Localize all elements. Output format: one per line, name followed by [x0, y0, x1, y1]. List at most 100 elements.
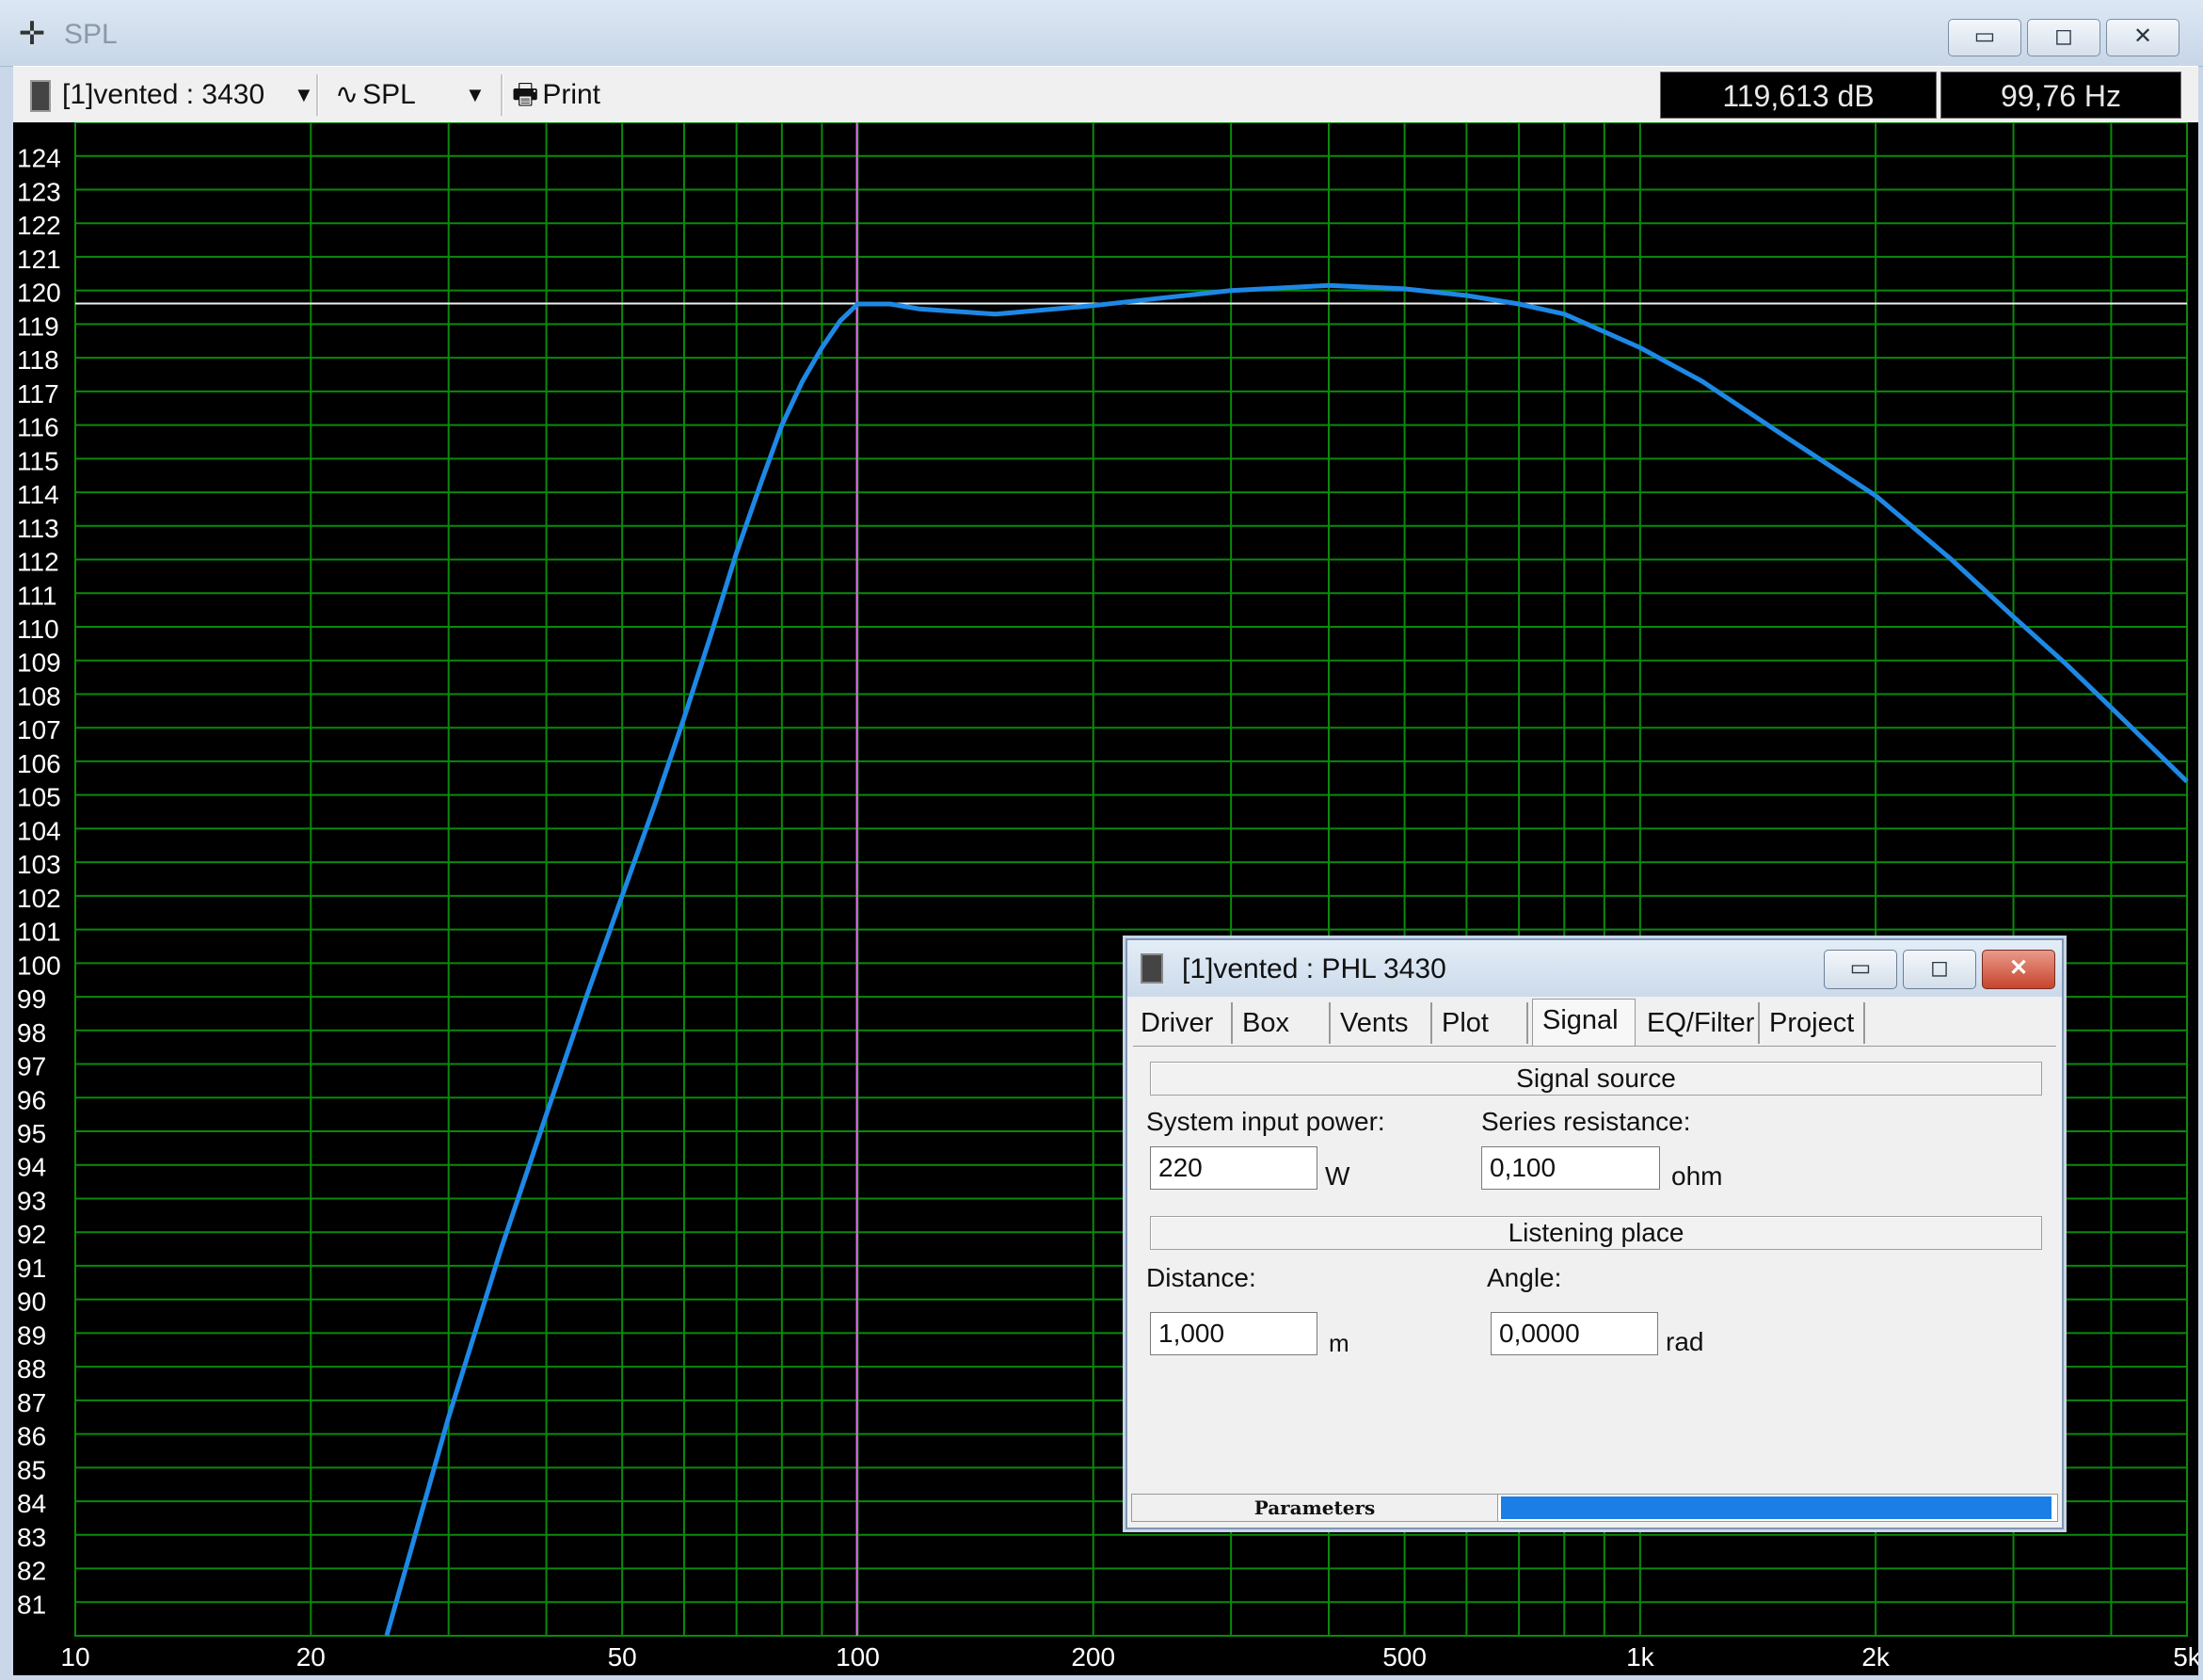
tab-signal[interactable]: Signal	[1532, 999, 1636, 1048]
x-tick-label: 500	[1382, 1642, 1427, 1672]
window-titlebar: ✛ SPL ▭ ◻ ✕	[0, 0, 2203, 67]
y-tick-label: 94	[17, 1153, 46, 1182]
y-tick-label: 123	[17, 177, 61, 206]
y-tick-label: 117	[17, 379, 59, 408]
tab-vents[interactable]: Vents	[1331, 1002, 1432, 1044]
signal-panel: Signal source System input power: 220 W …	[1133, 1046, 2056, 1489]
project-dropdown-label: [1]vented : 3430	[62, 79, 265, 110]
print-button[interactable]: 🖶 Print	[512, 74, 625, 116]
tab-driver[interactable]: Driver	[1131, 1002, 1233, 1044]
distance-input[interactable]: 1,000	[1150, 1312, 1317, 1355]
y-tick-label: 106	[17, 749, 61, 778]
y-tick-label: 87	[17, 1388, 46, 1417]
y-tick-label: 98	[17, 1018, 46, 1048]
dialog-titlebar[interactable]: [1]vented : PHL 3430 ▭ ◻ ✕	[1127, 940, 2062, 997]
resistance-label: Series resistance:	[1481, 1107, 1691, 1136]
tab-box[interactable]: Box	[1233, 1002, 1331, 1044]
close-button[interactable]: ✕	[2106, 19, 2179, 56]
y-tick-label: 109	[17, 648, 61, 678]
print-label: Print	[542, 79, 601, 110]
dialog-tabs: Driver Box Vents Plot Signal EQ/Filter P…	[1131, 999, 2058, 1048]
x-tick-label: 1k	[1626, 1642, 1655, 1672]
y-tick-label: 115	[17, 446, 59, 475]
y-tick-label: 119	[17, 312, 59, 341]
x-tick-label: 20	[296, 1642, 326, 1672]
x-tick-label: 200	[1071, 1642, 1115, 1672]
y-tick-label: 89	[17, 1320, 46, 1350]
y-tick-label: 83	[17, 1523, 46, 1552]
y-tick-label: 85	[17, 1455, 46, 1484]
maximize-button[interactable]: ◻	[2027, 19, 2100, 56]
dialog-maximize-button[interactable]: ◻	[1903, 950, 1976, 989]
y-tick-label: 93	[17, 1186, 46, 1215]
y-tick-label: 82	[17, 1557, 46, 1586]
project-dropdown[interactable]: [1]vented : 3430 ▼	[30, 74, 314, 116]
chevron-down-icon: ▼	[465, 83, 486, 106]
x-tick-label: 10	[60, 1642, 89, 1672]
tab-eq-filter[interactable]: EQ/Filter	[1637, 1002, 1760, 1044]
distance-label: Distance:	[1146, 1263, 1256, 1292]
y-tick-label: 91	[17, 1254, 46, 1283]
dialog-statusbar: Parameters	[1131, 1494, 2058, 1522]
minimize-icon: ▭	[1849, 955, 1872, 981]
power-label: System input power:	[1146, 1107, 1385, 1136]
status-progress-fill	[1501, 1496, 2051, 1519]
y-tick-label: 84	[17, 1489, 46, 1518]
y-tick-label: 107	[17, 715, 61, 744]
angle-input[interactable]: 0,0000	[1491, 1312, 1658, 1355]
y-tick-label: 124	[17, 144, 61, 173]
close-icon: ✕	[2132, 24, 2153, 49]
minimize-icon: ▭	[1973, 24, 1996, 49]
y-tick-label: 108	[17, 681, 61, 711]
y-tick-label: 118	[17, 345, 59, 375]
y-tick-label: 81	[17, 1590, 46, 1619]
y-tick-label: 102	[17, 884, 61, 913]
distance-unit: m	[1329, 1329, 1349, 1357]
crosshair-icon: ✛	[18, 16, 46, 52]
y-tick-label: 116	[17, 413, 59, 442]
y-tick-label: 113	[17, 514, 59, 543]
y-tick-label: 104	[17, 816, 61, 845]
frequency-readout: 99,76 Hz	[1940, 72, 2181, 119]
dialog-title: [1]vented : PHL 3430	[1182, 953, 1446, 984]
y-tick-label: 112	[17, 548, 59, 577]
x-tick-label: 100	[836, 1642, 880, 1672]
resistance-unit: ohm	[1671, 1161, 1723, 1191]
y-tick-label: 122	[17, 211, 61, 240]
y-tick-label: 120	[17, 279, 61, 308]
plot-type-dropdown[interactable]: ∿ SPL ▼	[335, 74, 495, 116]
y-tick-label: 105	[17, 783, 61, 812]
spl-readout: 119,613 dB	[1660, 72, 1937, 119]
y-tick-label: 100	[17, 951, 61, 980]
angle-label: Angle:	[1487, 1263, 1562, 1292]
x-tick-label: 2k	[1861, 1642, 1891, 1672]
y-tick-label: 99	[17, 984, 46, 1014]
y-tick-label: 110	[17, 615, 59, 644]
tab-plot[interactable]: Plot	[1432, 1002, 1528, 1044]
dialog-minimize-button[interactable]: ▭	[1824, 950, 1897, 989]
signal-source-heading: Signal source	[1150, 1062, 2042, 1096]
waveform-icon: ∿	[335, 79, 359, 110]
dialog-close-button[interactable]: ✕	[1982, 950, 2055, 989]
parameters-dialog: [1]vented : PHL 3430 ▭ ◻ ✕ Driver Box Ve…	[1125, 938, 2064, 1529]
resistance-input[interactable]: 0,100	[1481, 1146, 1660, 1190]
close-icon: ✕	[2008, 955, 2029, 981]
chevron-down-icon: ▼	[294, 83, 314, 106]
y-tick-label: 90	[17, 1288, 46, 1317]
maximize-icon: ◻	[2054, 24, 2073, 49]
y-tick-label: 97	[17, 1052, 46, 1081]
power-unit: W	[1325, 1161, 1350, 1191]
y-tick-label: 92	[17, 1220, 46, 1249]
y-tick-label: 114	[17, 480, 59, 509]
listening-place-heading: Listening place	[1150, 1216, 2042, 1250]
status-label: Parameters	[1132, 1495, 1498, 1521]
y-tick-label: 88	[17, 1354, 46, 1384]
speaker-icon	[1141, 953, 1163, 984]
minimize-button[interactable]: ▭	[1948, 19, 2021, 56]
power-input[interactable]: 220	[1150, 1146, 1317, 1190]
y-tick-label: 86	[17, 1422, 46, 1451]
maximize-icon: ◻	[1930, 955, 1949, 981]
tab-project[interactable]: Project	[1760, 1002, 1865, 1044]
printer-icon: 🖶	[512, 79, 539, 110]
y-tick-label: 103	[17, 850, 61, 879]
